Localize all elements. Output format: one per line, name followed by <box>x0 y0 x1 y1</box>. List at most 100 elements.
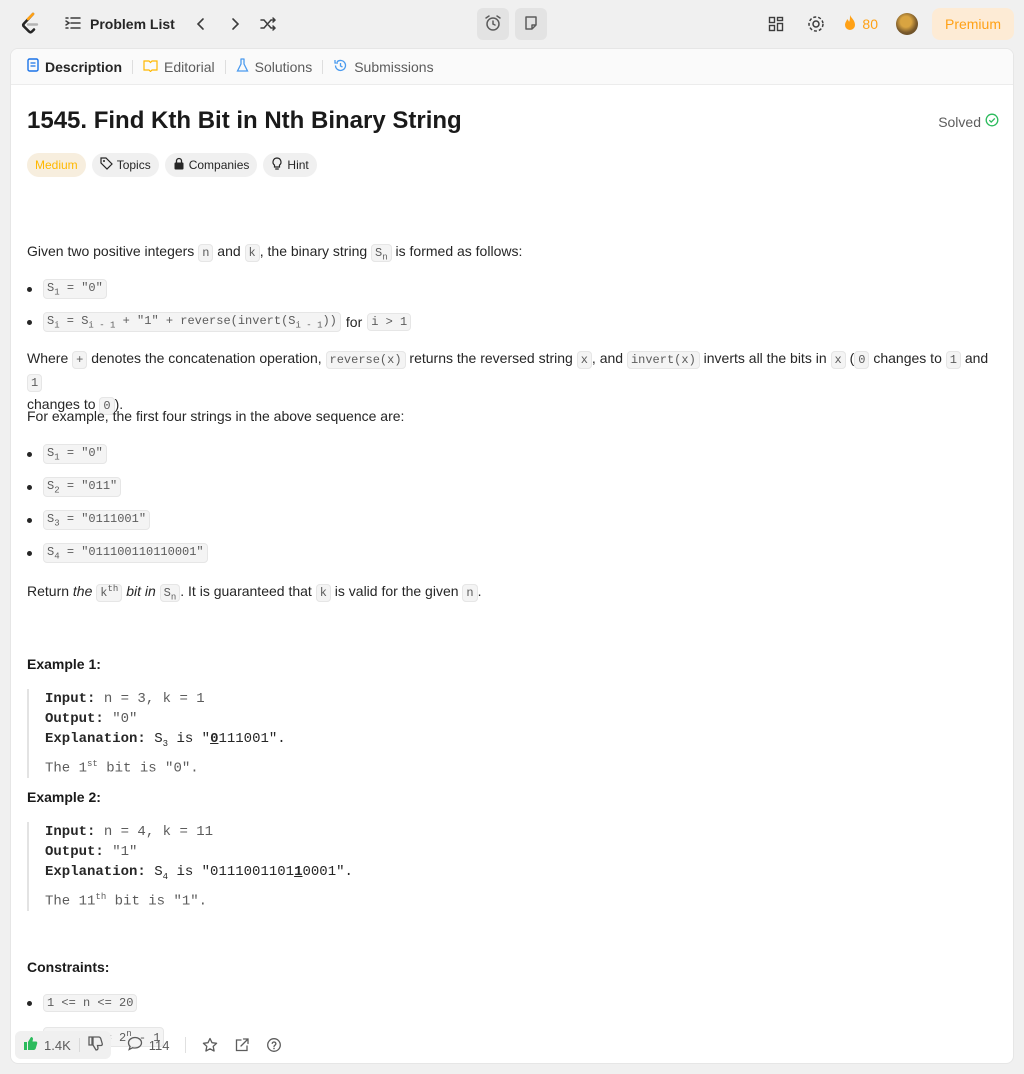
return-paragraph: Return the kth bit in Sn. It is guarante… <box>27 583 482 603</box>
inline-code: k <box>244 244 260 262</box>
list-item: S3 = "0111001" <box>27 510 151 531</box>
tab-description[interactable]: Description <box>23 58 126 75</box>
topics-badge[interactable]: Topics <box>91 153 159 177</box>
tab-editorial[interactable]: Editorial <box>139 59 219 75</box>
text: is formed as follows: <box>395 243 523 259</box>
inline-code: S4 = "011100110110001" <box>43 543 208 564</box>
text: Given two positive integers <box>27 243 195 259</box>
list-item: S4 = "011100110110001" <box>27 543 208 564</box>
text: Output: <box>45 844 104 860</box>
user-avatar[interactable] <box>895 13 918 35</box>
list-item: S1 = "0" <box>27 279 107 300</box>
text: th <box>95 891 107 902</box>
text: , the binary string <box>259 243 368 259</box>
inline-code: 1 <box>27 374 43 392</box>
comments-button[interactable]: 114 <box>127 1036 170 1054</box>
bullet-dot <box>27 1000 32 1006</box>
tab-solutions-label: Solutions <box>254 58 313 75</box>
streak-counter[interactable]: 80 <box>842 14 878 35</box>
lock-icon <box>173 157 185 173</box>
flask-icon <box>236 57 249 76</box>
leetcode-logo-icon[interactable] <box>20 12 42 36</box>
text: = "0" <box>66 446 103 460</box>
tag-icon <box>100 157 113 173</box>
tab-editorial-label: Editorial <box>164 58 215 75</box>
text: = "0" <box>66 281 103 295</box>
share-icon[interactable] <box>234 1037 250 1053</box>
bullet-dot <box>27 319 32 325</box>
list-item: S2 = "011" <box>27 477 122 498</box>
inline-code: + <box>72 351 88 369</box>
text: Explanation: <box>45 864 146 880</box>
inline-code: S1 = "0" <box>43 279 107 300</box>
list-item: S1 = "0" <box>27 444 107 465</box>
bullet-dot <box>27 517 32 523</box>
inline-code: x <box>830 351 846 369</box>
thumbs-down-icon[interactable] <box>88 1036 103 1054</box>
timer-button[interactable] <box>477 8 509 40</box>
text: The 11 <box>45 893 96 910</box>
premium-button[interactable]: Premium <box>931 8 1014 40</box>
tab-solutions[interactable]: Solutions <box>232 57 317 76</box>
check-circle-icon <box>985 113 999 130</box>
text: = "011100110110001" <box>66 545 204 559</box>
bullet-dot <box>27 451 32 457</box>
text: the <box>72 583 93 599</box>
list-item: Si = Si - 1 + "1" + reverse(invert(Si - … <box>27 312 412 333</box>
footer-divider <box>185 1037 187 1053</box>
chevron-left-icon[interactable] <box>189 12 213 36</box>
example-1-heading: Example 1: <box>27 656 101 672</box>
comment-count: 114 <box>148 1037 170 1053</box>
thumbs-up-icon[interactable] <box>23 1036 38 1054</box>
topics-label: Topics <box>116 158 151 172</box>
inline-code: S1 = "0" <box>43 444 107 465</box>
problem-badges: Medium Topics Companies Hint <box>27 153 317 177</box>
tab-submissions-label: Submissions <box>354 58 434 75</box>
shuffle-icon[interactable] <box>257 12 281 36</box>
lightbulb-icon <box>271 156 283 174</box>
text: 2 <box>54 485 60 496</box>
text: denotes the concatenation operation, <box>91 350 322 366</box>
solved-status: Solved <box>938 113 999 130</box>
notes-button[interactable] <box>515 8 547 40</box>
text: S <box>154 864 163 880</box>
text: = "0111001" <box>66 512 147 526</box>
text: st <box>87 758 98 769</box>
example-intro: For example, the first four strings in t… <box>27 408 405 424</box>
chevron-right-icon[interactable] <box>223 12 247 36</box>
history-icon <box>333 58 348 76</box>
tab-divider <box>224 59 226 74</box>
solved-label: Solved <box>938 113 981 130</box>
text: and <box>964 350 989 366</box>
text: 1 <box>54 452 60 463</box>
bullet-dot <box>27 286 32 292</box>
inline-code: 1 <box>945 351 961 369</box>
companies-badge[interactable]: Companies <box>164 153 258 177</box>
inline-code: i > 1 <box>367 313 412 332</box>
list-item: 1 <= n <= 20 <box>27 994 138 1012</box>
problem-list-link[interactable]: Problem List <box>64 14 175 35</box>
layout-grid-icon[interactable] <box>764 12 788 36</box>
text: S <box>163 586 171 600</box>
inline-code: Sn <box>371 244 392 262</box>
text: . It is guaranteed that <box>180 583 312 599</box>
inline-code: Sn <box>159 584 181 602</box>
bullet-dot <box>27 484 32 490</box>
hint-label: Hint <box>287 158 309 172</box>
inline-code: 1 <= n <= 20 <box>43 994 138 1012</box>
help-icon[interactable] <box>266 1037 282 1053</box>
document-icon <box>27 58 39 75</box>
hint-badge[interactable]: Hint <box>263 153 317 177</box>
comment-icon <box>127 1036 143 1054</box>
star-icon[interactable] <box>202 1037 218 1053</box>
text: + "1" + reverse(invert(S <box>122 314 296 328</box>
inline-code: S2 = "011" <box>43 477 122 498</box>
tab-submissions[interactable]: Submissions <box>329 58 437 76</box>
tab-description-label: Description <box>45 58 123 75</box>
tab-divider <box>322 59 324 74</box>
text: The 1 <box>45 760 88 777</box>
settings-gear-icon[interactable] <box>804 12 828 36</box>
inline-code: reverse(x) <box>325 351 406 369</box>
bullet-dot <box>27 550 32 556</box>
text: "1" <box>112 844 138 860</box>
